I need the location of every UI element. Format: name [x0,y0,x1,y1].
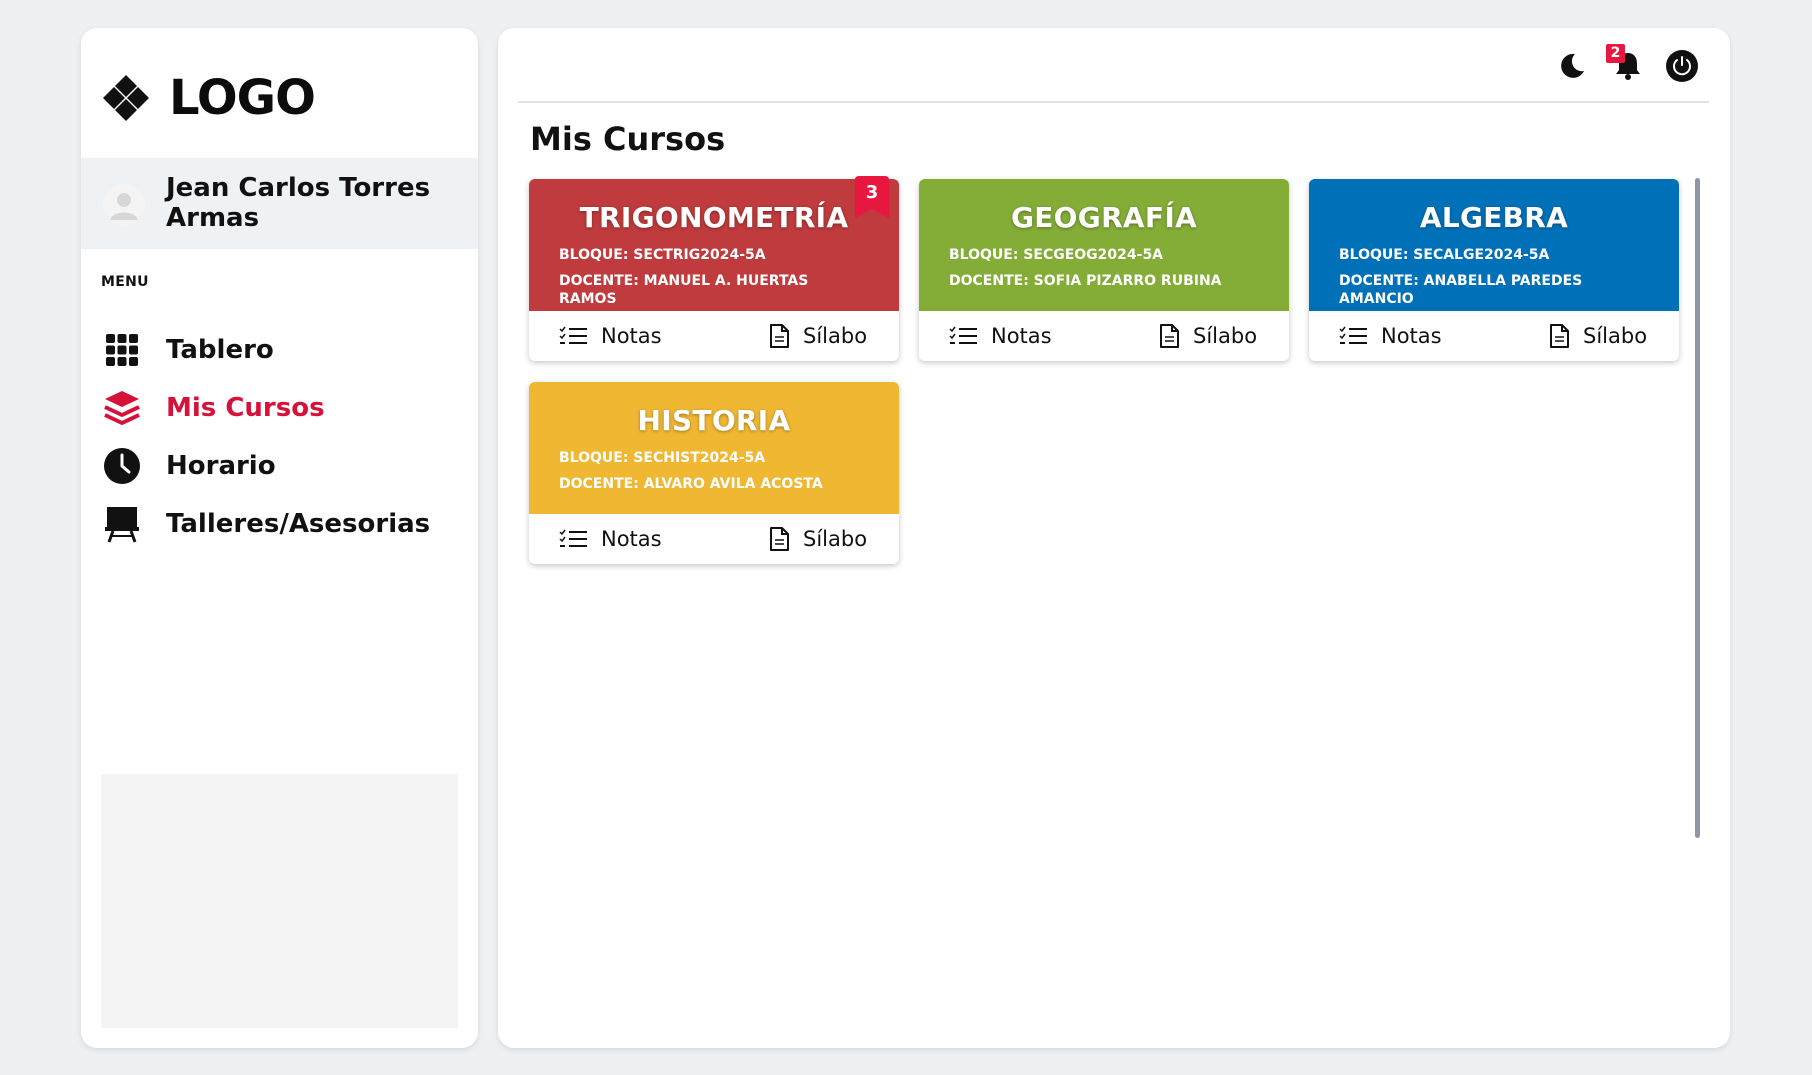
course-title: HISTORIA [637,404,791,437]
page-title: Mis Cursos [530,120,726,158]
user-name: Jean Carlos Torres Armas [166,173,431,233]
notas-button[interactable]: Notas [949,311,1052,361]
power-icon [1666,50,1698,82]
user-panel[interactable]: Jean Carlos Torres Armas [81,158,478,249]
diamond-logo-icon [103,75,149,121]
notas-button[interactable]: Notas [559,514,662,564]
sidebar-item-horario[interactable]: Horario [101,444,461,488]
silabo-label: Sílabo [803,527,868,551]
course-title: TRIGONOMETRÍA [579,201,849,234]
menu-title: MENU [101,274,149,290]
sidebar-placeholder-panel [101,774,458,1028]
course-teacher: DOCENTE: ALVARO AVILA ACOSTA [559,476,823,492]
easel-icon [101,503,143,545]
course-block: BLOQUE: SECGEOG2024-5A [949,247,1164,263]
checklist-icon [949,326,977,344]
silabo-label: Sílabo [1583,324,1648,348]
notas-button[interactable]: Notas [559,311,662,361]
content-scrollbar[interactable] [1695,178,1700,838]
sidebar-item-mis-cursos[interactable]: Mis Cursos [101,386,461,430]
user-avatar-icon [110,193,138,220]
course-teacher: DOCENTE: SOFIA PIZARRO RUBINA [949,273,1222,289]
course-teacher: DOCENTE: MANUEL A. HUERTAS RAMOS [559,273,809,307]
grid-icon [101,329,143,371]
silabo-button[interactable]: Sílabo [769,311,867,361]
main-panel: 2 Mis Cursos TRIGONOMETRÍA BLOQUE: SECTR… [498,28,1730,1048]
silabo-label: Sílabo [1193,324,1258,348]
course-card-header[interactable]: TRIGONOMETRÍA BLOQUE: SECTRIG2024-5A DOC… [529,179,899,311]
course-card-footer: Notas Sílabo [529,311,899,361]
course-card-footer: Notas Sílabo [1309,311,1679,361]
notas-label: Notas [601,527,662,551]
notas-label: Notas [601,324,662,348]
logo-text: LOGO [169,70,316,126]
notas-button[interactable]: Notas [1339,311,1442,361]
notas-label: Notas [991,324,1052,348]
course-card-algebra[interactable]: ALGEBRA BLOQUE: SECALGE2024-5A DOCENTE: … [1309,179,1679,361]
course-block: BLOQUE: SECTRIG2024-5A [559,247,766,263]
notification-count-badge: 2 [1606,44,1625,63]
checklist-icon [559,529,587,547]
sidebar-item-tablero[interactable]: Tablero [101,328,461,372]
header-divider [518,101,1709,103]
course-block: BLOQUE: SECHIST2024-5A [559,450,766,466]
document-icon [1550,324,1569,348]
notas-label: Notas [1381,324,1442,348]
course-card-header[interactable]: HISTORIA BLOQUE: SECHIST2024-5A DOCENTE:… [529,382,899,514]
course-card-geografia[interactable]: GEOGRAFÍA BLOQUE: SECGEOG2024-5A DOCENTE… [919,179,1289,361]
sidebar-item-label: Talleres/Asesorias [166,509,431,539]
course-teacher: DOCENTE: ANABELLA PAREDES AMANCIO [1339,273,1583,307]
sidebar-item-label: Mis Cursos [166,393,325,423]
layers-icon [101,387,143,429]
clock-icon [101,445,143,487]
avatar [103,184,145,226]
course-title: ALGEBRA [1419,201,1569,234]
sidebar-item-label: Tablero [166,335,274,365]
logout-button[interactable] [1664,48,1700,84]
course-card-footer: Notas Sílabo [919,311,1289,361]
bookmark-count: 3 [865,182,879,203]
course-card-historia[interactable]: HISTORIA BLOQUE: SECHIST2024-5A DOCENTE:… [529,382,899,564]
logo[interactable]: LOGO [101,70,316,126]
course-card-footer: Notas Sílabo [529,514,899,564]
course-card-header[interactable]: GEOGRAFÍA BLOQUE: SECGEOG2024-5A DOCENTE… [919,179,1289,311]
checklist-icon [559,326,587,344]
dark-mode-toggle[interactable] [1554,48,1590,84]
document-icon [770,324,789,348]
document-icon [770,527,789,551]
silabo-label: Sílabo [803,324,868,348]
silabo-button[interactable]: Sílabo [769,514,867,564]
moon-icon [1561,53,1584,78]
checklist-icon [1339,326,1367,344]
sidebar-item-label: Horario [166,451,276,481]
course-block: BLOQUE: SECALGE2024-5A [1339,247,1550,263]
course-card-header[interactable]: ALGEBRA BLOQUE: SECALGE2024-5A DOCENTE: … [1309,179,1679,311]
course-card-trigonometria[interactable]: TRIGONOMETRÍA BLOQUE: SECTRIG2024-5A DOC… [529,176,899,361]
pending-count-bookmark: 3 [855,176,889,220]
document-icon [1160,324,1179,348]
course-title: GEOGRAFÍA [1010,201,1198,234]
silabo-button[interactable]: Sílabo [1159,311,1257,361]
sidebar-item-talleres[interactable]: Talleres/Asesorias [101,502,461,546]
sidebar: LOGO Jean Carlos Torres Armas MENU Table… [81,28,478,1048]
silabo-button[interactable]: Sílabo [1549,311,1647,361]
